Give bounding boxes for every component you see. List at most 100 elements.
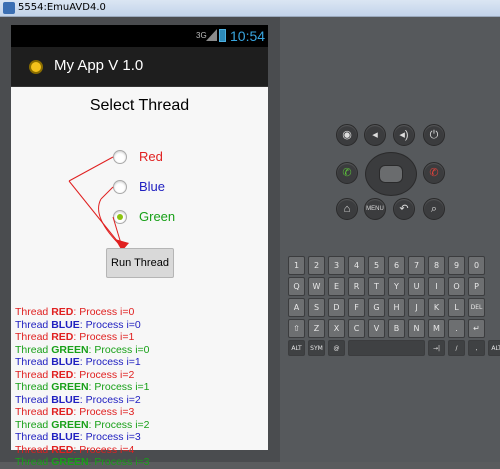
- key-2-1[interactable]: S: [308, 298, 325, 317]
- log-prefix: Thread: [15, 368, 52, 381]
- key-3-8[interactable]: .: [448, 319, 465, 338]
- key-2-5[interactable]: H: [388, 298, 405, 317]
- key-0-1[interactable]: 2: [308, 256, 325, 275]
- search-button[interactable]: ⌕: [423, 198, 445, 220]
- log-process: : Process i=3: [73, 406, 135, 418]
- log-process: : Process i=3: [88, 456, 150, 468]
- key-bottom-4[interactable]: →|: [428, 340, 445, 356]
- log-prefix: Thread: [15, 381, 52, 393]
- key-bottom-0[interactable]: ALT: [288, 340, 305, 356]
- key-2-2[interactable]: D: [328, 298, 345, 317]
- key-0-2[interactable]: 3: [328, 256, 345, 275]
- key-0-3[interactable]: 4: [348, 256, 365, 275]
- key-3-1[interactable]: Z: [308, 319, 325, 338]
- radio-label-red[interactable]: Red: [139, 149, 163, 164]
- key-2-3[interactable]: F: [348, 298, 365, 317]
- key-1-7[interactable]: I: [428, 277, 445, 296]
- key-1-0[interactable]: Q: [288, 277, 305, 296]
- key-3-5[interactable]: B: [388, 319, 405, 338]
- radio-button-blue[interactable]: [113, 180, 127, 194]
- key-1-3[interactable]: R: [348, 277, 365, 296]
- key-3-3[interactable]: C: [348, 319, 365, 338]
- back-button[interactable]: ↶: [393, 198, 415, 220]
- window-title: 5554:EmuAVD4.0: [18, 2, 106, 13]
- space-key[interactable]: [348, 340, 425, 356]
- log-prefix: Thread: [15, 356, 52, 368]
- key-1-9[interactable]: P: [468, 277, 485, 296]
- key-1-6[interactable]: U: [408, 277, 425, 296]
- key-2-4[interactable]: G: [368, 298, 385, 317]
- key-bottom-7[interactable]: ALT: [488, 340, 500, 356]
- key-bottom-6[interactable]: ,: [468, 340, 485, 356]
- log-thread-name: BLUE: [51, 356, 80, 368]
- key-0-8[interactable]: 9: [448, 256, 465, 275]
- log-prefix: Thread: [15, 443, 52, 456]
- menu-button[interactable]: MENU: [364, 198, 386, 220]
- camera-button[interactable]: ◉: [336, 124, 358, 146]
- radio-button-red[interactable]: [113, 150, 127, 164]
- key-0-0[interactable]: 1: [288, 256, 305, 275]
- volume-up-button[interactable]: ◂): [393, 124, 415, 146]
- run-thread-button[interactable]: Run Thread: [106, 248, 174, 278]
- volume-down-button[interactable]: ◂: [364, 124, 386, 146]
- log-line: Thread RED: Process i=3: [15, 406, 265, 419]
- key-2-9[interactable]: DEL: [468, 298, 485, 317]
- dpad-center-button[interactable]: [379, 165, 403, 183]
- key-1-8[interactable]: O: [448, 277, 465, 296]
- log-line: Thread RED: Process i=4: [15, 444, 265, 457]
- log-prefix: Thread: [15, 343, 52, 356]
- log-line: Thread BLUE: Process i=0: [15, 319, 265, 332]
- key-3-4[interactable]: V: [368, 319, 385, 338]
- key-0-6[interactable]: 7: [408, 256, 425, 275]
- status-bar: 3G 10:54: [11, 25, 268, 47]
- key-3-7[interactable]: M: [428, 319, 445, 338]
- log-line: Thread BLUE: Process i=2: [15, 394, 265, 407]
- end-call-button[interactable]: ✆: [423, 162, 445, 184]
- dpad[interactable]: [365, 152, 417, 196]
- key-1-2[interactable]: E: [328, 277, 345, 296]
- log-line: Thread GREEN: Process i=3: [15, 456, 265, 469]
- log-prefix: Thread: [15, 406, 52, 418]
- key-2-0[interactable]: A: [288, 298, 305, 317]
- key-2-7[interactable]: K: [428, 298, 445, 317]
- key-3-6[interactable]: N: [408, 319, 425, 338]
- log-line: Thread BLUE: Process i=1: [15, 356, 265, 369]
- log-process: : Process i=3: [79, 431, 141, 443]
- log-process: : Process i=2: [88, 418, 150, 431]
- log-line: Thread BLUE: Process i=3: [15, 431, 265, 444]
- log-thread-name: BLUE: [51, 393, 80, 406]
- log-thread-name: GREEN: [51, 381, 89, 393]
- log-prefix: Thread: [15, 431, 52, 443]
- log-line: Thread RED: Process i=2: [15, 369, 265, 382]
- key-0-5[interactable]: 6: [388, 256, 405, 275]
- key-0-9[interactable]: 0: [468, 256, 485, 275]
- log-process: : Process i=1: [73, 331, 135, 343]
- key-bottom-5[interactable]: /: [448, 340, 465, 356]
- power-button[interactable]: ⏻: [423, 124, 445, 146]
- key-3-0[interactable]: ⇧: [288, 319, 305, 338]
- key-2-8[interactable]: L: [448, 298, 465, 317]
- key-0-7[interactable]: 8: [428, 256, 445, 275]
- key-3-9[interactable]: ↵: [468, 319, 485, 338]
- key-2-6[interactable]: J: [408, 298, 425, 317]
- action-bar: My App V 1.0: [11, 47, 268, 87]
- radio-label-green[interactable]: Green: [139, 209, 175, 224]
- key-0-4[interactable]: 5: [368, 256, 385, 275]
- call-button[interactable]: ✆: [336, 162, 358, 184]
- key-1-5[interactable]: Y: [388, 277, 405, 296]
- home-button[interactable]: ⌂: [336, 198, 358, 220]
- key-bottom-2[interactable]: @: [328, 340, 345, 356]
- log-prefix: Thread: [15, 418, 52, 431]
- log-prefix: Thread: [15, 306, 52, 318]
- radio-label-blue[interactable]: Blue: [139, 179, 165, 194]
- radio-button-green[interactable]: [113, 210, 127, 224]
- key-1-4[interactable]: T: [368, 277, 385, 296]
- key-3-2[interactable]: X: [328, 319, 345, 338]
- key-bottom-1[interactable]: SYM: [308, 340, 325, 356]
- key-1-1[interactable]: W: [308, 277, 325, 296]
- log-process: : Process i=0: [88, 343, 150, 356]
- log-line: Thread RED: Process i=1: [15, 331, 265, 344]
- log-thread-name: RED: [51, 306, 74, 318]
- log-thread-name: BLUE: [51, 318, 80, 331]
- log-process: : Process i=2: [73, 368, 135, 381]
